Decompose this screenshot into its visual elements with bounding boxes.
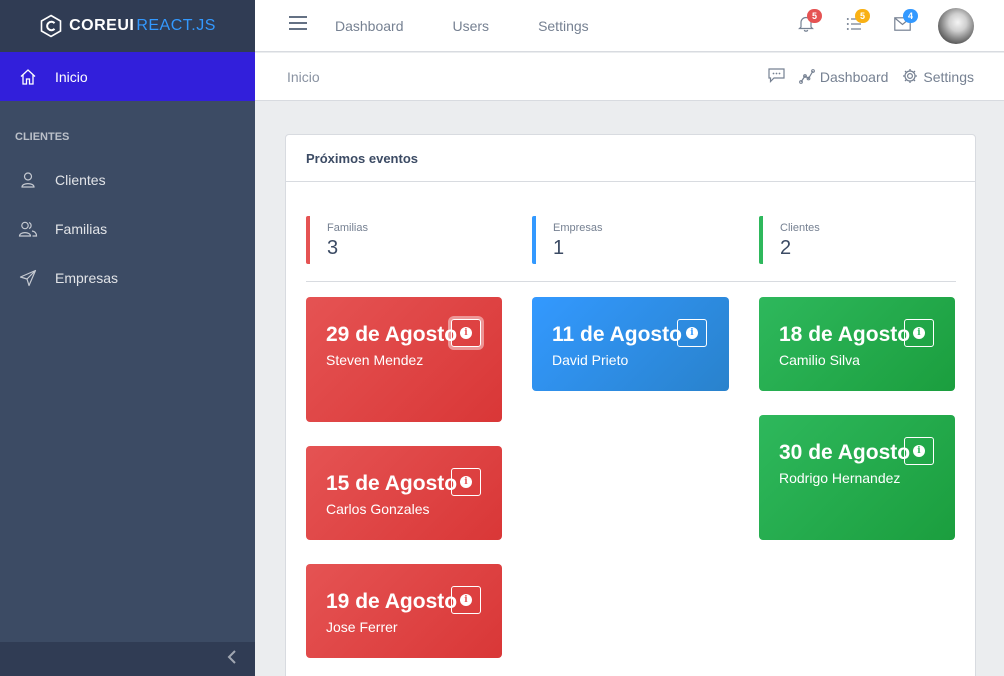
callout-label: Clientes [780,222,820,234]
header: Dashboard Users Settings 5 5 4 [255,0,1004,52]
event-card[interactable]: 29 de Agosto Steven Mendez i [306,297,502,422]
sidebar-item-empresas[interactable]: Empresas [0,253,255,302]
sidebar-section-title: CLIENTES [15,131,70,143]
sidebar-item-label: Empresas [55,269,119,286]
header-link-users[interactable]: Users [453,18,490,34]
callout-empresas: Empresas 1 [532,216,603,264]
header-link-settings[interactable]: Settings [538,18,589,34]
event-name: Steven Mendez [326,352,424,368]
info-icon: i [913,445,925,457]
events-card: Próximos eventos Familias 3 Empresas 1 C… [285,134,976,676]
event-name: Jose Ferrer [326,619,398,635]
event-card[interactable]: 18 de Agosto Camilio Silva i [759,297,955,391]
notifications-button[interactable]: 5 [782,0,830,52]
event-info-button[interactable]: i [451,468,481,496]
header-nav: Dashboard Users Settings [335,18,638,34]
card-title: Próximos eventos [286,135,975,182]
sidebar-item-familias[interactable]: Familias [0,204,255,253]
sidebar-item-clientes[interactable]: Clientes [0,155,255,204]
info-icon: i [460,476,472,488]
event-name: Camilio Silva [779,352,860,368]
event-info-button[interactable]: i [904,437,934,465]
event-info-button[interactable]: i [451,586,481,614]
subheader-link-settings[interactable]: Settings [902,68,974,87]
graph-icon [799,68,815,87]
subheader-link-label: Settings [923,69,974,85]
chevron-left-icon [227,649,237,669]
callouts: Familias 3 Empresas 1 Clientes 2 [306,216,956,282]
callout-value: 3 [327,237,339,259]
callout-value: 2 [780,237,792,259]
coreui-logo-icon [40,14,62,38]
info-icon: i [686,327,698,339]
event-info-button[interactable]: i [451,319,481,347]
subheader-link-label: Dashboard [819,69,889,85]
home-icon [18,67,38,87]
event-name: David Prieto [552,352,629,368]
info-icon: i [460,594,472,606]
callout-label: Familias [327,222,368,234]
event-card[interactable]: 30 de Agosto Rodrigo Hernandez i [759,415,955,540]
brand-name-main: COREUI [69,17,135,34]
event-card[interactable]: 11 de Agosto David Prieto i [532,297,729,391]
event-card[interactable]: 15 de Agosto Carlos Gonzales i [306,446,502,540]
event-info-button[interactable]: i [904,319,934,347]
callout-clientes: Clientes 2 [759,216,820,264]
messages-button[interactable]: 4 [878,0,926,52]
header-right: 5 5 4 [782,0,1004,52]
callout-value: 1 [553,237,565,259]
notifications-badge: 5 [807,9,823,23]
sidebar-item-label: Clientes [55,171,106,188]
tasks-button[interactable]: 5 [830,0,878,52]
sidebar-item-label: Inicio [55,68,88,85]
send-icon [18,268,38,288]
breadcrumb: Inicio [287,68,320,85]
avatar[interactable] [938,8,974,44]
event-card[interactable]: 19 de Agosto Jose Ferrer i [306,564,502,658]
callout-label: Empresas [553,222,603,234]
brand-text: COREUI REACT.JS [69,17,216,35]
sidebar: COREUI REACT.JS Inicio CLIENTES Clientes … [0,0,255,676]
event-info-button[interactable]: i [677,319,707,347]
header-link-dashboard[interactable]: Dashboard [335,18,404,34]
people-icon [18,219,38,239]
subheader: Inicio Dashboard Settings [255,53,1004,101]
info-icon: i [913,327,925,339]
sidebar-item-label: Familias [55,220,108,237]
messages-badge: 4 [903,9,919,23]
event-name: Rodrigo Hernandez [779,470,901,486]
subheader-link-dashboard[interactable]: Dashboard [799,68,889,87]
info-icon: i [460,327,472,339]
user-icon [18,170,38,190]
brand-name-sub: REACT.JS [136,17,216,34]
sidebar-minimizer-button[interactable] [0,642,255,676]
event-name: Carlos Gonzales [326,501,430,517]
hamburger-icon [288,15,308,36]
comment-button[interactable] [768,68,785,86]
speech-icon [768,68,785,86]
sidebar-item-inicio[interactable]: Inicio [0,52,255,101]
gear-icon [902,68,918,87]
callout-familias: Familias 3 [306,216,368,264]
brand[interactable]: COREUI REACT.JS [0,0,255,52]
subheader-links: Dashboard Settings [768,53,974,101]
sidebar-toggle-button[interactable] [285,16,311,36]
tasks-badge: 5 [855,9,871,23]
